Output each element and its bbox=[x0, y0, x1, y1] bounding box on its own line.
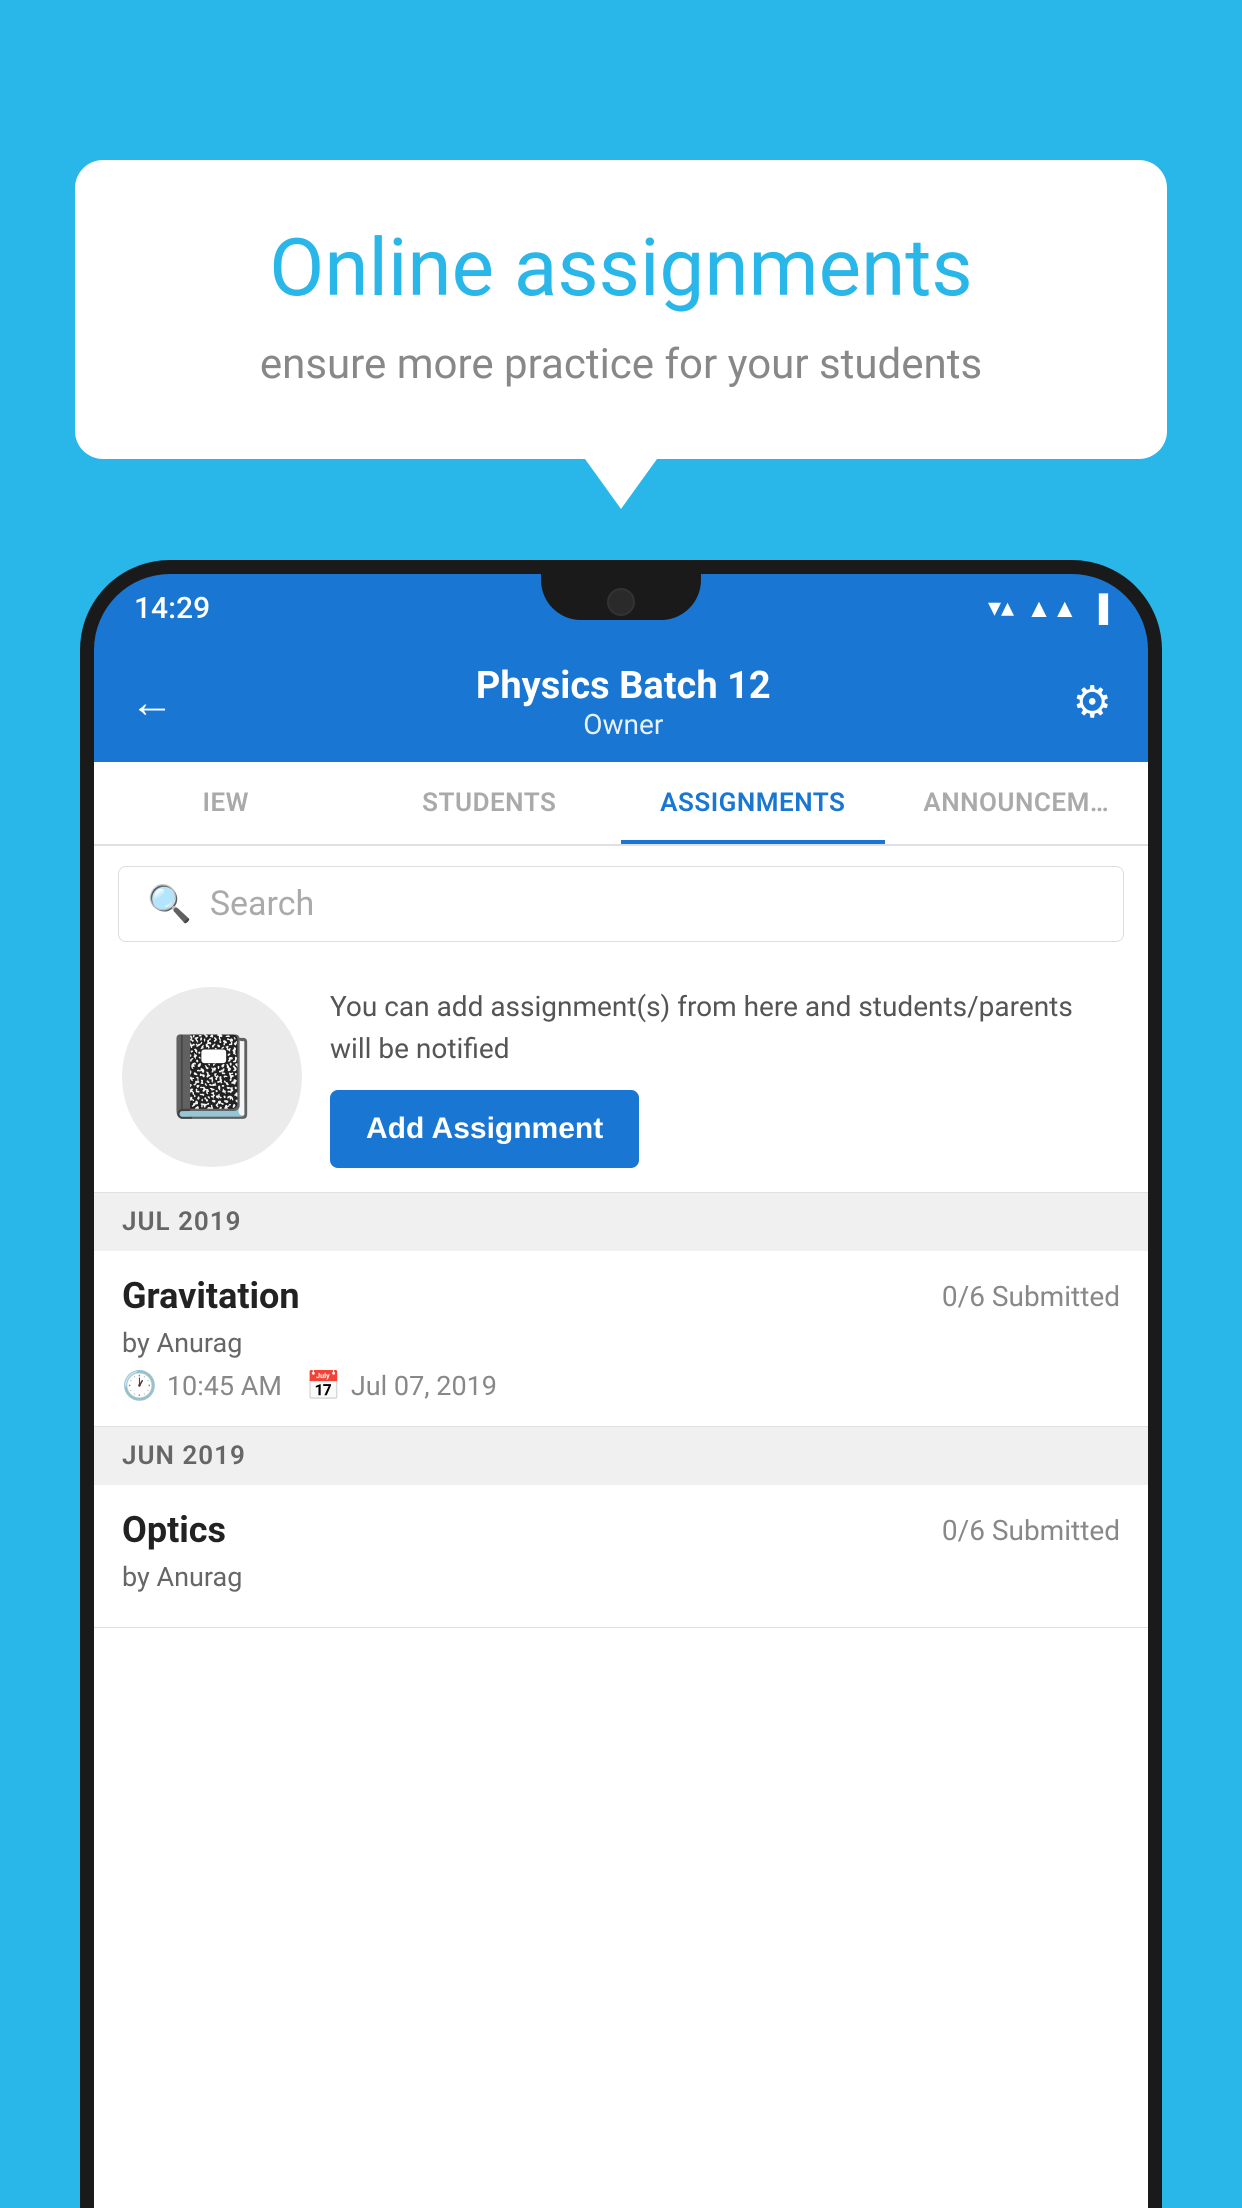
assignment-date: Jul 07, 2019 bbox=[351, 1370, 497, 1402]
assignment-item-gravitation[interactable]: Gravitation 0/6 Submitted by Anurag 🕐 10… bbox=[94, 1251, 1148, 1427]
assignment-submitted: 0/6 Submitted bbox=[942, 1280, 1120, 1313]
assignment-by-optics: by Anurag bbox=[122, 1561, 1120, 1593]
back-button[interactable]: ← bbox=[130, 676, 174, 728]
tab-iew[interactable]: IEW bbox=[94, 762, 358, 844]
promo-description: You can add assignment(s) from here and … bbox=[330, 986, 1120, 1070]
assignment-promo: 📓 You can add assignment(s) from here an… bbox=[94, 962, 1148, 1193]
speech-bubble-subtitle: ensure more practice for your students bbox=[145, 340, 1097, 389]
assignment-top-row-optics: Optics 0/6 Submitted bbox=[122, 1509, 1120, 1551]
tab-assignments[interactable]: ASSIGNMENTS bbox=[621, 762, 885, 844]
tab-students[interactable]: STUDENTS bbox=[358, 762, 622, 844]
notebook-icon: 📓 bbox=[162, 1030, 262, 1124]
tabs-container: IEW STUDENTS ASSIGNMENTS ANNOUNCEM… bbox=[94, 762, 1148, 846]
app-header: ← Physics Batch 12 Owner ⚙ bbox=[94, 642, 1148, 762]
assignment-name: Gravitation bbox=[122, 1275, 300, 1317]
calendar-icon: 📅 bbox=[306, 1369, 341, 1402]
assignment-submitted-optics: 0/6 Submitted bbox=[942, 1514, 1120, 1547]
promo-text-area: You can add assignment(s) from here and … bbox=[330, 986, 1120, 1168]
promo-icon-circle: 📓 bbox=[122, 987, 302, 1167]
meta-time: 🕐 10:45 AM bbox=[122, 1369, 282, 1402]
tab-announcements[interactable]: ANNOUNCEM… bbox=[885, 762, 1149, 844]
notch bbox=[541, 574, 701, 620]
signal-icon: ▲▲ bbox=[1026, 593, 1077, 624]
header-subtitle: Owner bbox=[174, 708, 1073, 741]
phone-frame: 14:29 ▾▴ ▲▲ ▐ ← Physics Batch 12 Owner ⚙… bbox=[80, 560, 1162, 2208]
status-time: 14:29 bbox=[134, 591, 210, 626]
clock-icon: 🕐 bbox=[122, 1369, 157, 1402]
speech-bubble: Online assignments ensure more practice … bbox=[75, 160, 1167, 459]
section-header-jul: JUL 2019 bbox=[94, 1193, 1148, 1251]
camera bbox=[607, 588, 635, 616]
assignment-time: 10:45 AM bbox=[167, 1370, 282, 1402]
battery-icon: ▐ bbox=[1090, 593, 1108, 624]
speech-bubble-arrow bbox=[585, 459, 657, 509]
search-placeholder: Search bbox=[210, 884, 314, 924]
assignment-by: by Anurag bbox=[122, 1327, 1120, 1359]
search-bar[interactable]: 🔍 Search bbox=[118, 866, 1124, 942]
assignment-name-optics: Optics bbox=[122, 1509, 226, 1551]
content-area: 🔍 Search 📓 You can add assignment(s) fro… bbox=[94, 846, 1148, 2208]
status-icons: ▾▴ ▲▲ ▐ bbox=[988, 593, 1108, 624]
header-title-container: Physics Batch 12 Owner bbox=[174, 664, 1073, 741]
assignment-meta: 🕐 10:45 AM 📅 Jul 07, 2019 bbox=[122, 1369, 1120, 1402]
assignment-top-row: Gravitation 0/6 Submitted bbox=[122, 1275, 1120, 1317]
speech-bubble-title: Online assignments bbox=[145, 220, 1097, 316]
meta-date: 📅 Jul 07, 2019 bbox=[306, 1369, 497, 1402]
section-header-jun: JUN 2019 bbox=[94, 1427, 1148, 1485]
header-title: Physics Batch 12 bbox=[174, 664, 1073, 708]
assignment-item-optics[interactable]: Optics 0/6 Submitted by Anurag bbox=[94, 1485, 1148, 1628]
add-assignment-button[interactable]: Add Assignment bbox=[330, 1090, 639, 1168]
wifi-icon: ▾▴ bbox=[988, 593, 1014, 623]
phone-inner: 14:29 ▾▴ ▲▲ ▐ ← Physics Batch 12 Owner ⚙… bbox=[94, 574, 1148, 2208]
search-icon: 🔍 bbox=[147, 883, 192, 925]
settings-icon[interactable]: ⚙ bbox=[1073, 676, 1112, 728]
speech-bubble-container: Online assignments ensure more practice … bbox=[75, 160, 1167, 509]
